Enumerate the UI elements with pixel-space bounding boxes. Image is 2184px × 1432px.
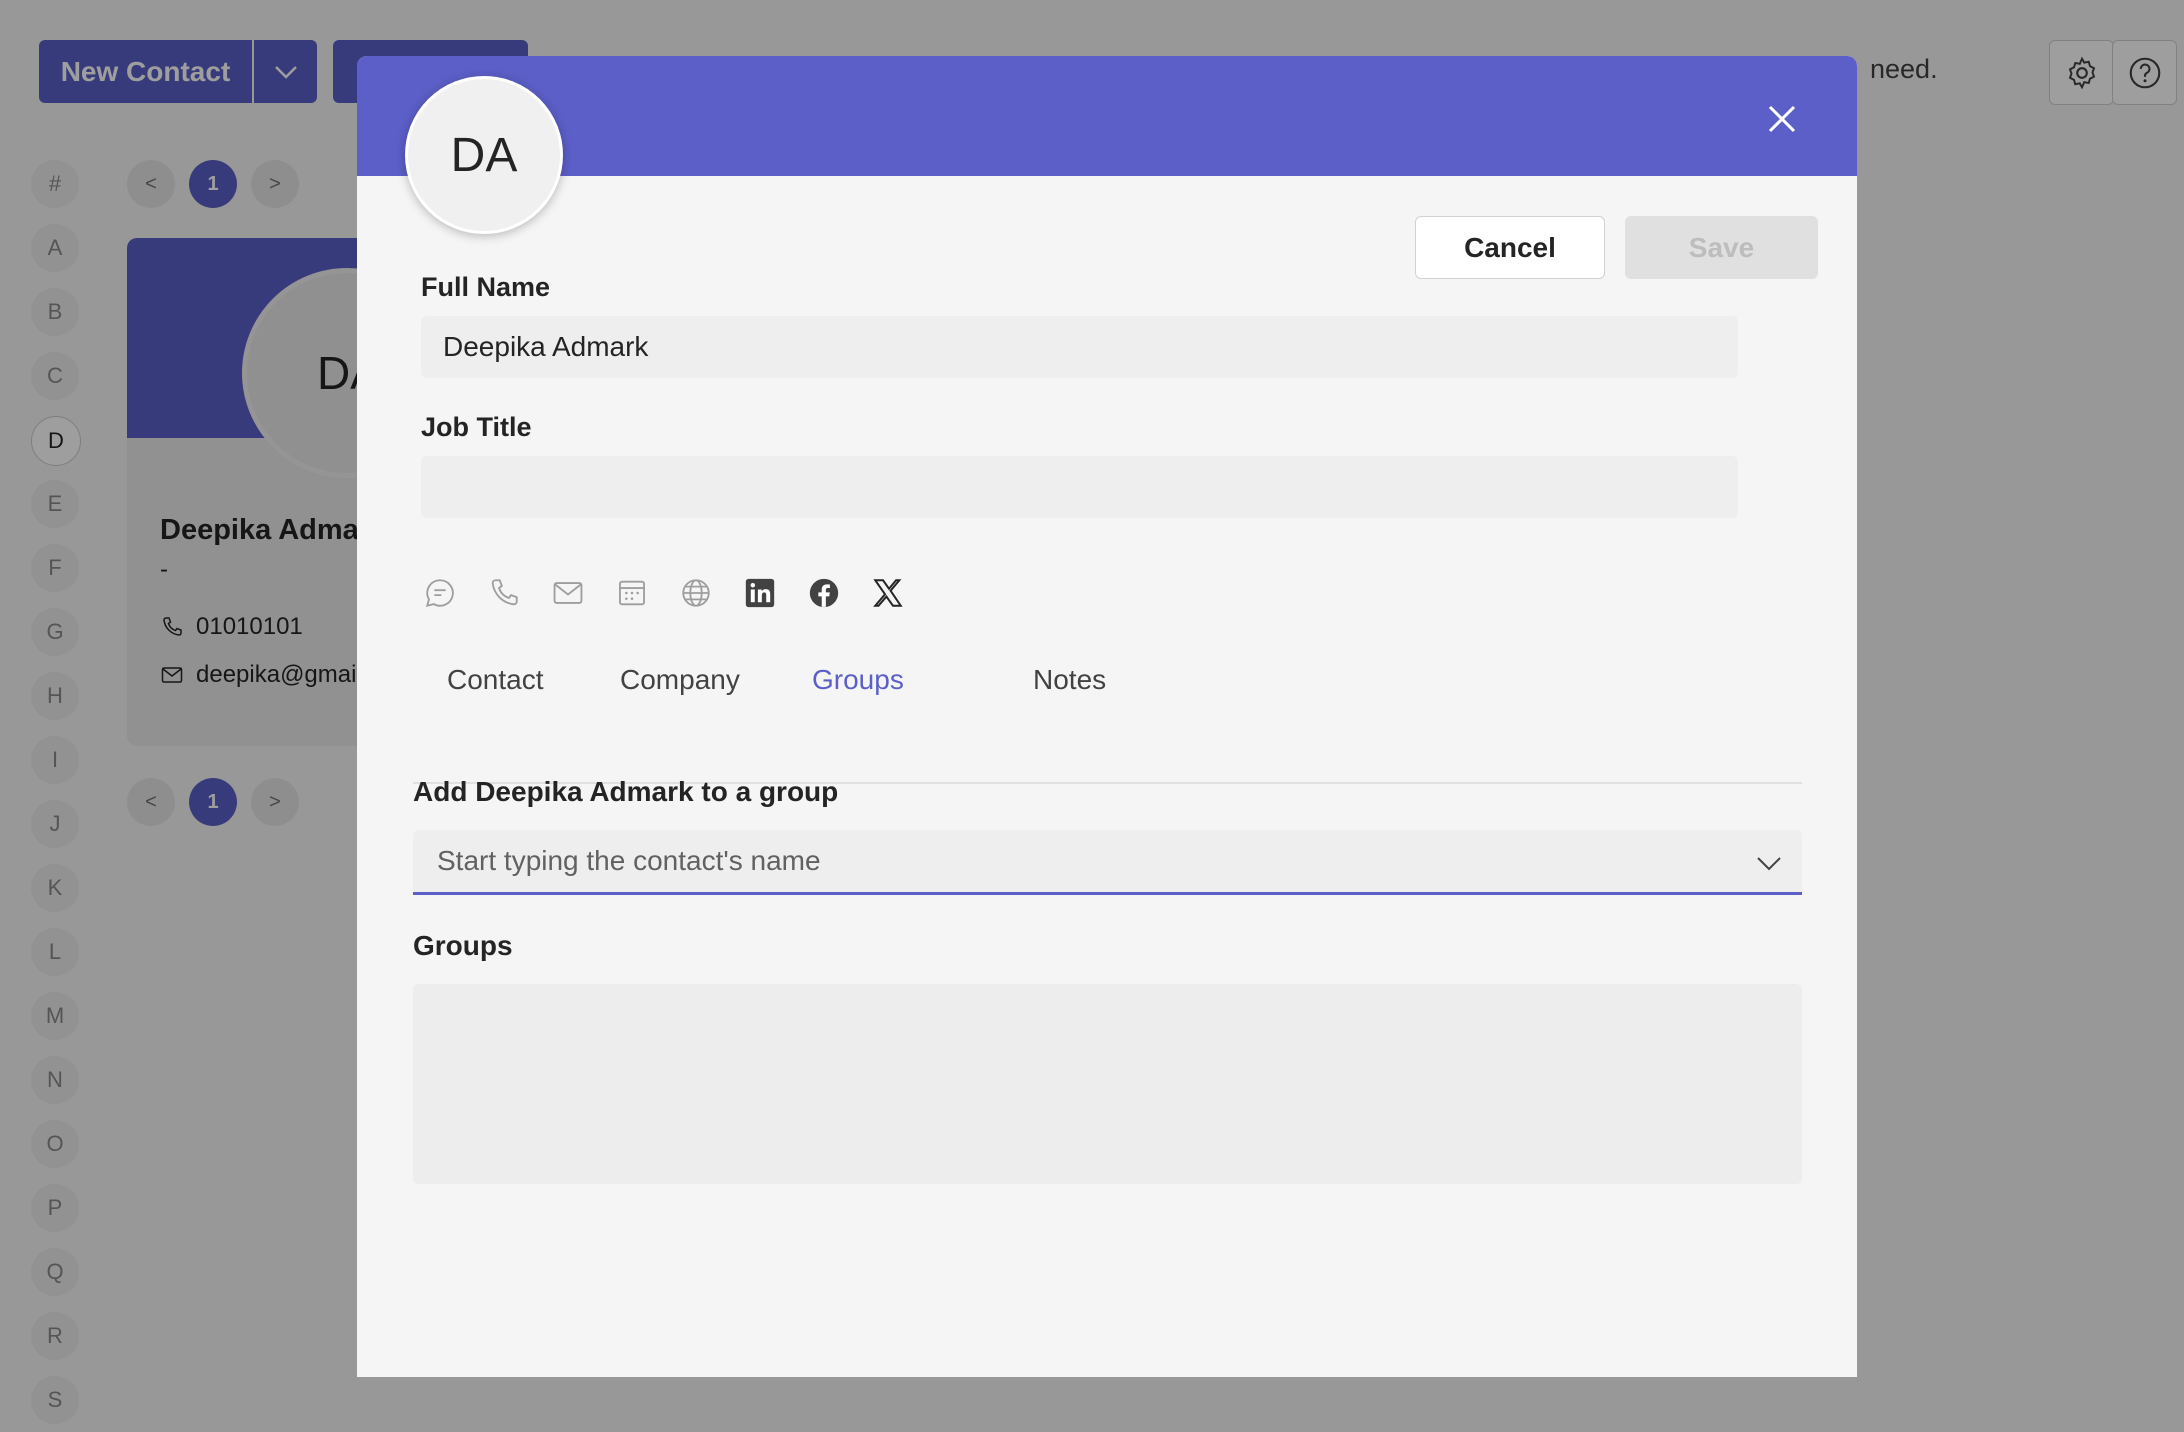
x-icon[interactable] xyxy=(871,576,905,610)
close-icon xyxy=(1768,105,1796,133)
calendar-icon[interactable] xyxy=(615,576,649,610)
chat-icon[interactable] xyxy=(423,576,457,610)
tab-contact[interactable]: Contact xyxy=(447,664,544,696)
quick-actions-row xyxy=(423,576,905,610)
tab-groups[interactable]: Groups xyxy=(812,664,904,696)
save-button[interactable]: Save xyxy=(1625,216,1818,279)
full-name-field[interactable]: Deepika Admark xyxy=(421,316,1738,378)
linkedin-icon[interactable] xyxy=(743,576,777,610)
mail-icon[interactable] xyxy=(551,576,585,610)
groups-label: Groups xyxy=(413,930,513,961)
cancel-button[interactable]: Cancel xyxy=(1415,216,1605,279)
group-search-input[interactable] xyxy=(435,844,1699,878)
full-name-label: Full Name xyxy=(421,272,551,302)
facebook-icon[interactable] xyxy=(807,576,841,610)
chevron-down-icon[interactable] xyxy=(1754,848,1784,878)
tab-notes[interactable]: Notes xyxy=(1033,664,1106,696)
job-title-label: Job Title xyxy=(421,412,532,442)
dialog-header xyxy=(357,56,1857,176)
edit-contact-dialog: DA Cancel Save Full Name Deepika Admark … xyxy=(357,56,1857,1377)
groups-list xyxy=(413,984,1802,1184)
phone-icon[interactable] xyxy=(487,576,521,610)
group-search-combobox[interactable] xyxy=(413,830,1802,895)
dialog-tabs: Contact Company Groups Notes xyxy=(413,664,1802,784)
job-title-field[interactable] xyxy=(421,456,1738,518)
close-button[interactable] xyxy=(1757,94,1807,144)
globe-icon[interactable] xyxy=(679,576,713,610)
avatar[interactable]: DA xyxy=(405,76,563,234)
tab-company[interactable]: Company xyxy=(620,664,740,696)
add-group-label: Add Deepika Admark to a group xyxy=(413,776,839,807)
